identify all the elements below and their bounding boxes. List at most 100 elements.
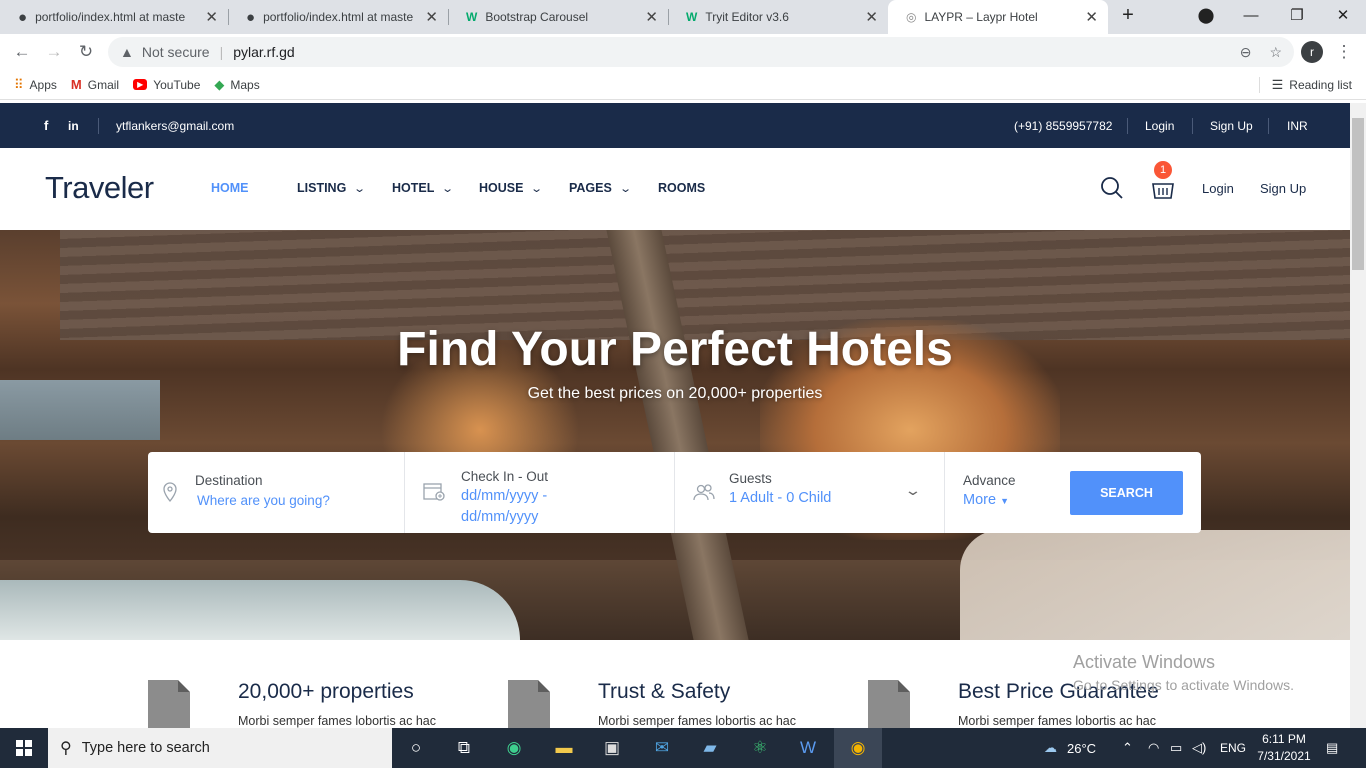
chevron-down-icon: ⌄ [530,182,544,195]
destination-input[interactable]: Where are you going? [197,493,330,508]
bookmark-label: Maps [230,77,260,92]
notifications-icon[interactable]: ▤ [1326,728,1338,768]
header-login-link[interactable]: Login [1202,181,1234,196]
feature-item: 20,000+ properties Morbi semper fames lob… [148,680,436,728]
topbar-divider [1268,118,1269,134]
close-tab-icon[interactable]: ✕ [1085,8,1098,26]
close-tab-icon[interactable]: ✕ [425,8,438,26]
site-logo[interactable]: Traveler [45,170,154,206]
checkout-date[interactable]: dd/mm/yyyy [461,509,538,525]
topbar-login-link[interactable]: Login [1145,103,1174,148]
tab-title: Tryit Editor v3.6 [705,10,789,24]
battery-icon[interactable]: ▭ [1170,728,1182,768]
security-label[interactable]: Not secure [142,44,210,60]
mail-icon[interactable]: ✉ [638,728,686,768]
clock-date: 7/31/2021 [1257,749,1311,763]
bookmark-star-icon[interactable]: ☆ [1269,44,1282,61]
app-icon[interactable]: ▰ [686,728,734,768]
top-info-bar: f in ytflankers@gmail.com (+91) 85599577… [0,103,1350,148]
contact-phone[interactable]: (+91) 8559957782 [1014,103,1112,148]
store-icon[interactable]: ▣ [588,728,636,768]
back-icon[interactable]: ← [8,34,36,70]
search-button[interactable]: SEARCH [1070,471,1183,515]
currency-selector[interactable]: INR [1287,103,1308,148]
nav-label: HOUSE [479,181,524,195]
chrome-icon[interactable]: ◉ [834,728,882,768]
cart-icon[interactable] [1151,178,1175,205]
browser-tab-active[interactable]: ◎ LAYPR – Laypr Hotel ✕ [888,0,1108,34]
search-icon[interactable] [1100,176,1124,205]
windows-start-icon[interactable] [0,728,48,768]
guests-value[interactable]: 1 Adult - 0 Child [729,490,831,506]
bookmark-apps[interactable]: ⠿ Apps [14,77,57,93]
close-tab-icon[interactable]: ✕ [645,8,658,26]
profile-avatar[interactable]: r [1301,41,1323,63]
close-window-icon[interactable]: ✕ [1320,0,1366,30]
reload-icon[interactable]: ↻ [72,34,100,70]
new-tab-icon[interactable]: + [1106,0,1150,30]
bookmark-maps[interactable]: ◆ Maps [214,77,259,93]
advance-field[interactable]: Advance More ▼ [945,452,1065,533]
tab-search-icon[interactable]: ⬤ [1184,0,1228,30]
scrollbar-thumb[interactable] [1352,118,1364,270]
nav-house[interactable]: HOUSE ⌄ [479,181,544,195]
wps-writer-icon[interactable]: W [784,728,832,768]
browser-tab[interactable]: ● portfolio/index.html at maste ✕ [0,0,228,34]
url-text[interactable]: pylar.rf.gd [233,44,294,60]
nav-label: HOME [211,181,249,195]
cortana-icon[interactable]: ○ [392,728,440,768]
volume-icon[interactable]: ◁) [1192,728,1206,768]
browser-menu-icon[interactable]: ⋮ [1330,34,1358,70]
browser-tab[interactable]: W Tryit Editor v3.6 ✕ [668,0,888,34]
nav-rooms[interactable]: ROOMS [658,181,705,195]
wifi-icon[interactable]: ◠ [1148,728,1159,768]
close-tab-icon[interactable]: ✕ [865,8,878,26]
nav-label: ROOMS [658,181,706,195]
guests-icon [693,483,715,506]
feature-desc: Morbi semper fames lobortis ac hac [958,714,1156,728]
youtube-icon: ▶ [133,79,148,90]
reading-list-button[interactable]: ☰ Reading list [1258,76,1352,93]
file-explorer-icon[interactable]: ▬ [540,728,588,768]
destination-field[interactable]: Destination Where are you going? [148,452,404,533]
minimize-icon[interactable]: — [1228,0,1274,30]
profile-initial: r [1310,45,1314,59]
weather-widget[interactable]: ☁ 26°C [1044,728,1096,768]
linkedin-icon[interactable]: in [68,103,79,148]
facebook-icon[interactable]: f [44,103,48,148]
zoom-icon[interactable]: ⊖ [1240,44,1252,61]
header-signup-link[interactable]: Sign Up [1260,181,1306,196]
caret-down-icon: ▼ [1000,496,1009,506]
watermark-subtitle: Go to Settings to activate Windows. [1073,677,1294,693]
feature-desc: Morbi semper fames lobortis ac hac [238,714,436,728]
checkin-field[interactable]: Check In - Out dd/mm/yyyy - dd/mm/yyyy [405,452,674,533]
tray-chevron-up-icon[interactable]: ⌃ [1122,728,1133,768]
nav-hotel[interactable]: HOTEL ⌄ [392,181,454,195]
browser-tab[interactable]: W Bootstrap Carousel ✕ [448,0,668,34]
nav-pages[interactable]: PAGES ⌄ [569,181,632,195]
restore-icon[interactable]: ❐ [1274,0,1320,30]
guests-field[interactable]: Guests 1 Adult - 0 Child ⌄ [675,452,944,533]
clock[interactable]: 6:11 PM 7/31/2021 [1256,731,1312,765]
checkin-date[interactable]: dd/mm/yyyy - [461,488,547,504]
forward-icon[interactable]: → [40,34,68,70]
taskbar-search-box[interactable]: ⚲ Type here to search [48,728,392,768]
contact-email[interactable]: ytflankers@gmail.com [116,103,234,148]
atom-app-icon[interactable]: ⚛ [736,728,784,768]
nav-home[interactable]: HOME [211,181,249,195]
nav-label: LISTING [297,181,347,195]
nav-listing[interactable]: LISTING ⌄ [297,181,366,195]
close-tab-icon[interactable]: ✕ [205,8,218,26]
nav-label: HOTEL [392,181,435,195]
more-toggle[interactable]: More ▼ [963,492,1009,508]
bookmark-youtube[interactable]: ▶ YouTube [133,78,200,92]
topbar-signup-link[interactable]: Sign Up [1210,103,1253,148]
chevron-down-icon[interactable]: ⌄ [904,482,922,499]
edge-icon[interactable]: ◉ [490,728,538,768]
input-language[interactable]: ENG [1220,728,1246,768]
task-view-icon[interactable]: ⧉ [440,728,488,768]
bookmark-gmail[interactable]: M Gmail [71,77,119,92]
address-bar[interactable]: ▲ Not secure | pylar.rf.gd ⊖ ☆ [108,37,1294,67]
tab-title: portfolio/index.html at maste [35,10,186,24]
browser-tab[interactable]: ● portfolio/index.html at maste ✕ [228,0,448,34]
